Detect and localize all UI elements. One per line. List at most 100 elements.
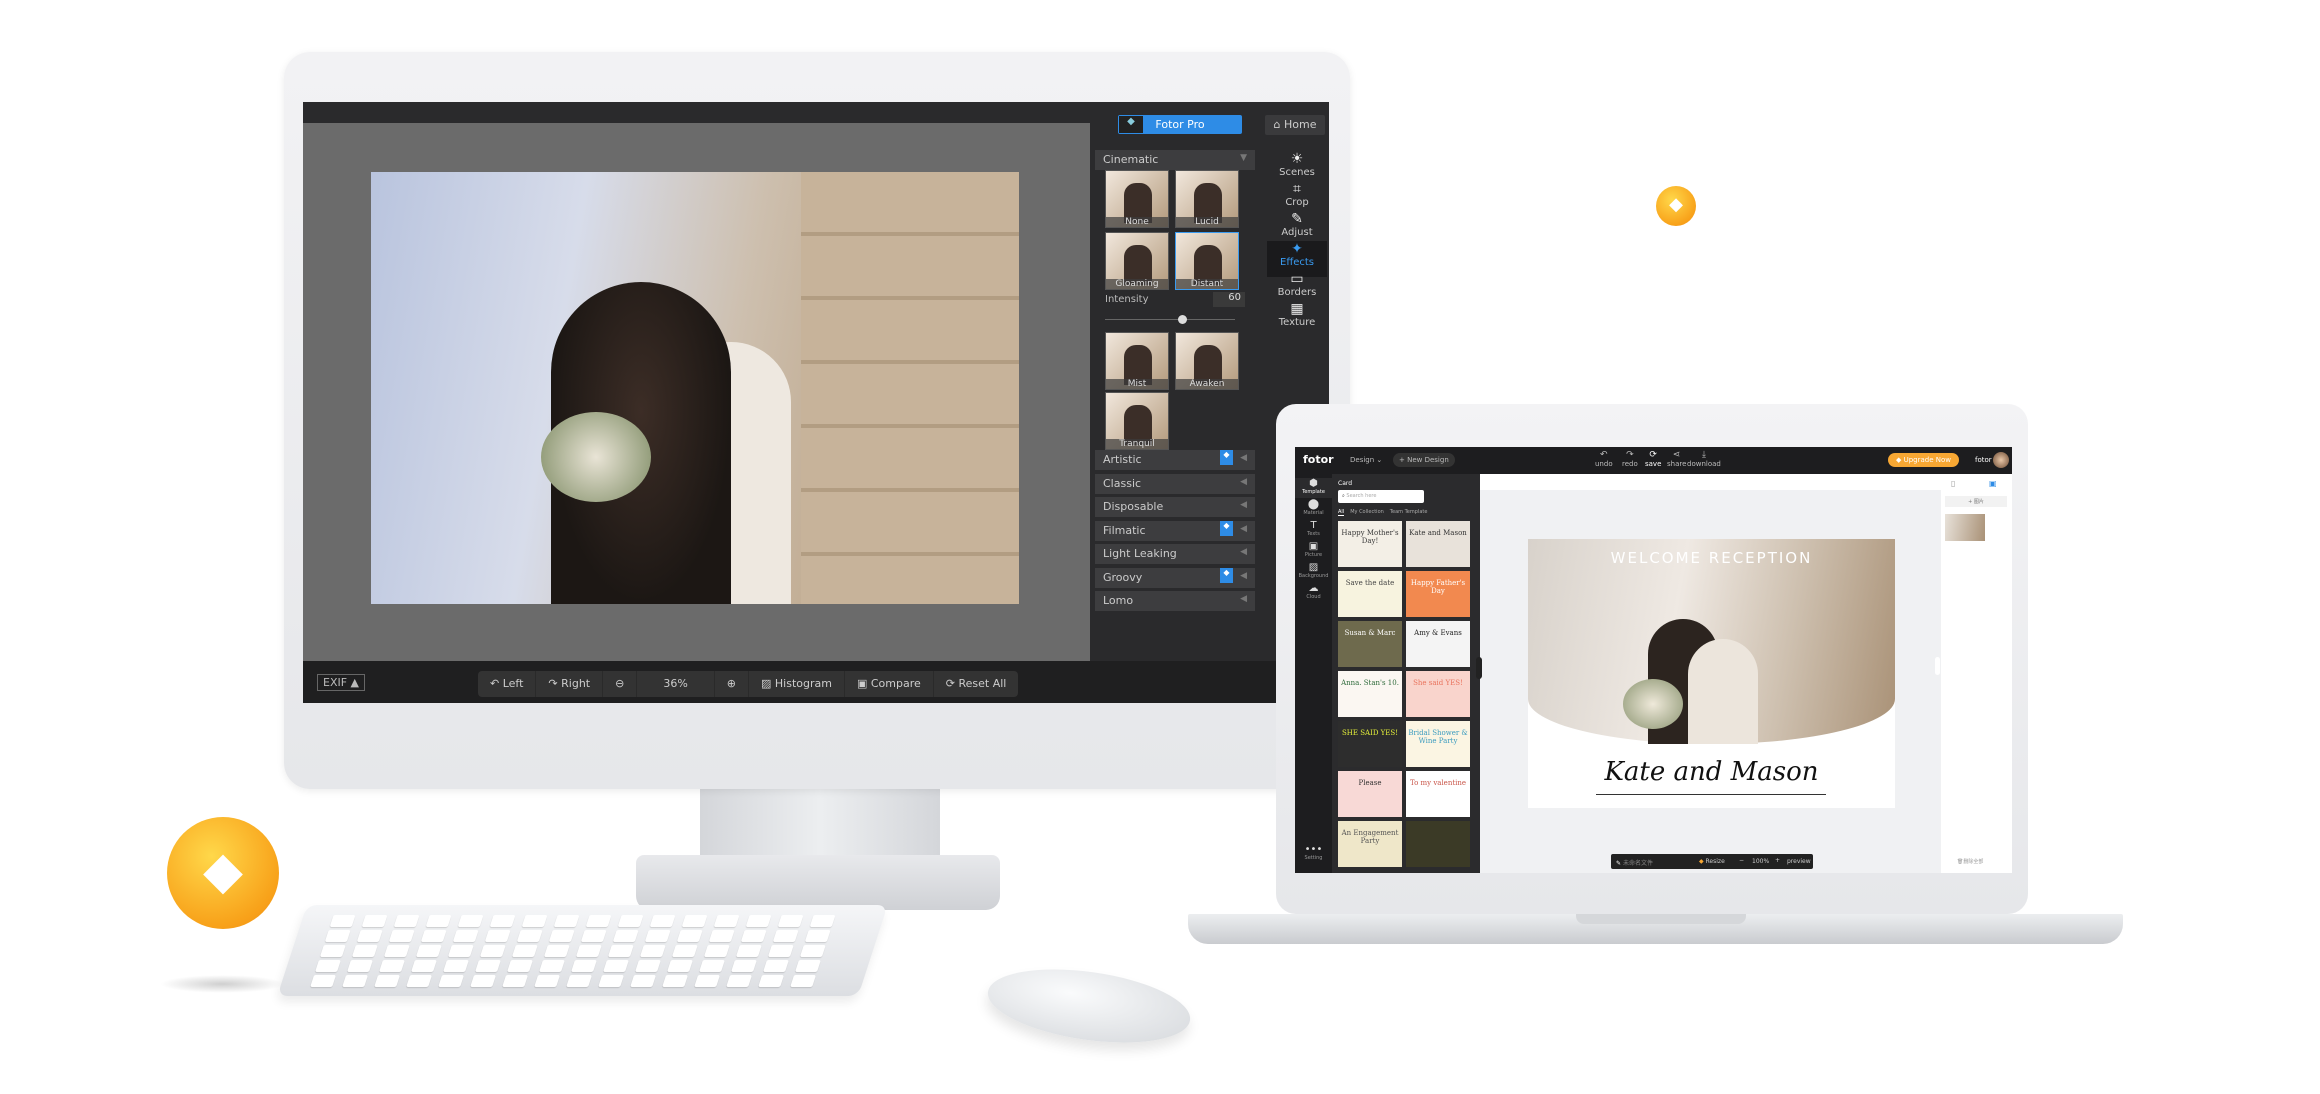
template-tabs: All My Collection Team Template	[1338, 509, 1427, 516]
keyboard-key	[575, 945, 602, 957]
template-thumb[interactable]: Amy & Evans	[1406, 621, 1470, 667]
effect-thumb-tranquil[interactable]: Tranquil	[1105, 392, 1169, 450]
template-thumb[interactable]: Happy Father's Day	[1406, 571, 1470, 617]
effect-thumb-mist[interactable]: Mist	[1105, 332, 1169, 390]
tab-team-template[interactable]: Team Template	[1390, 509, 1428, 516]
template-thumb[interactable]	[1406, 821, 1470, 867]
zoom-out-button[interactable]: ⊖	[603, 671, 638, 697]
zoom-in-button[interactable]: ⊕	[715, 671, 749, 697]
design-card[interactable]: WELCOME RECEPTION Kate and Mason	[1528, 539, 1895, 808]
keyboard-key	[438, 975, 465, 987]
effect-thumb-lucid[interactable]: Lucid	[1175, 170, 1239, 228]
rotate-right-button[interactable]: ↷ Right	[536, 671, 604, 697]
keyboard-key	[329, 915, 356, 927]
image-icon[interactable]: ▣	[1989, 479, 1997, 488]
keyboard-key	[393, 915, 420, 927]
template-thumb[interactable]: To my valentine	[1406, 771, 1470, 817]
picture-thumbnail[interactable]	[1945, 514, 1985, 541]
tab-all[interactable]: All	[1338, 509, 1345, 516]
keyboard-key	[644, 930, 671, 942]
keyboard-key	[356, 930, 383, 942]
keyboard-key	[676, 930, 703, 942]
template-thumb[interactable]: An Engagement Party	[1338, 821, 1402, 867]
category-artistic[interactable]: Artistic ◆ ◀	[1095, 450, 1255, 470]
category-filmatic[interactable]: Filmatic ◆ ◀	[1095, 520, 1255, 541]
share-button[interactable]: ⋖ share	[1667, 450, 1686, 468]
expand-panel-handle[interactable]	[1935, 657, 1940, 675]
intensity-slider[interactable]	[1105, 315, 1235, 324]
category-light-leaking[interactable]: Light Leaking ◀	[1095, 544, 1255, 564]
histogram-button[interactable]: ▨ Histogram	[749, 671, 845, 697]
zoom-out-icon: ⊖	[615, 677, 625, 690]
effect-thumb-none[interactable]: None	[1105, 170, 1169, 228]
resize-button[interactable]: ◆ Resize	[1699, 858, 1725, 865]
category-classic[interactable]: Classic ◀	[1095, 473, 1255, 494]
effect-thumb-awaken[interactable]: Awaken	[1175, 332, 1239, 390]
zoom-out-button[interactable]: −	[1739, 857, 1744, 864]
template-thumb[interactable]: Anna. Stan's 10.	[1338, 671, 1402, 717]
undo-button[interactable]: ↶ undo	[1595, 450, 1613, 468]
keyboard-key	[795, 960, 821, 972]
redo-button[interactable]: ↷ redo	[1622, 450, 1638, 468]
keyboard-key	[772, 930, 799, 942]
effect-thumb-gloaming[interactable]: Gloaming	[1105, 232, 1169, 290]
keyboard-key	[649, 915, 676, 927]
delete-all-button[interactable]: 🗑删除全部	[1957, 858, 1983, 865]
intensity-value[interactable]: 60	[1213, 292, 1245, 307]
upgrade-now-button[interactable]: ◆ Upgrade Now	[1888, 453, 1960, 467]
download-button[interactable]: ⤓ download	[1687, 450, 1721, 468]
template-thumb[interactable]: Kate and Mason	[1406, 521, 1470, 567]
effect-thumb-distant[interactable]: Distant	[1175, 232, 1239, 290]
sun-icon: ☀	[1290, 151, 1304, 167]
tool-texture[interactable]: ▦ Texture	[1267, 301, 1327, 337]
compare-button[interactable]: ▣ Compare	[845, 671, 934, 697]
fotor-pro-button[interactable]: ◆ Fotor Pro	[1118, 115, 1242, 134]
category-lomo[interactable]: Lomo ◀	[1095, 591, 1255, 611]
category-cinematic[interactable]: Cinematic ▼	[1095, 150, 1255, 170]
sparkle-icon: ✦	[1291, 241, 1303, 257]
template-thumb[interactable]: Please	[1338, 771, 1402, 817]
sidebar-item-template[interactable]: ⬢ Template	[1295, 478, 1332, 498]
keyboard-key	[543, 945, 570, 957]
keyboard-key	[452, 930, 479, 942]
sidebar-item-setting[interactable]: ••• Setting	[1295, 844, 1332, 861]
collapse-panel-handle[interactable]	[1476, 657, 1482, 679]
sidebar-item-texts[interactable]: T Texts	[1295, 520, 1332, 537]
category-groovy[interactable]: Groovy ◆ ◀	[1095, 567, 1255, 588]
slider-knob[interactable]	[1178, 315, 1187, 324]
reset-all-button[interactable]: ⟳ Reset All	[934, 671, 1019, 697]
template-thumb[interactable]: SHE SAID YES!	[1338, 721, 1402, 767]
sidebar-item-background[interactable]: ▨ Background	[1295, 562, 1332, 579]
template-thumb[interactable]: Susan & Marc	[1338, 621, 1402, 667]
exif-button[interactable]: EXIF ▲	[317, 674, 366, 691]
filename-field[interactable]: ✎ 未命名文件	[1616, 858, 1653, 867]
rotate-left-button[interactable]: ↶ Left	[478, 671, 537, 697]
search-input[interactable]: ⌕ Search here	[1338, 490, 1424, 503]
keyboard-key	[639, 945, 666, 957]
sidebar-item-material[interactable]: ⬤ Material	[1295, 499, 1332, 516]
pages-icon[interactable]: ▯	[1951, 479, 1955, 488]
template-thumb[interactable]: Save the date	[1338, 571, 1402, 617]
avatar[interactable]	[1993, 452, 2009, 468]
template-thumb[interactable]: Bridal Shower & Wine Party	[1406, 721, 1470, 767]
template-thumb[interactable]: She said YES!	[1406, 671, 1470, 717]
sidebar-item-cloud[interactable]: ☁ Cloud	[1295, 583, 1332, 600]
keyboard-key	[671, 945, 698, 957]
new-design-button[interactable]: + New Design	[1393, 453, 1455, 467]
zoom-in-button[interactable]: +	[1775, 857, 1780, 864]
template-thumb[interactable]: Happy Mother's Day!	[1338, 521, 1402, 567]
tab-my-collection[interactable]: My Collection	[1350, 509, 1384, 516]
pencil-icon: ✎	[1291, 211, 1303, 227]
add-picture-button[interactable]: + 图片	[1945, 496, 2007, 507]
chevron-left-icon: ◀	[1240, 476, 1247, 487]
user-name: fotor	[1975, 456, 1992, 464]
chevron-left-icon: ◀	[1240, 523, 1247, 534]
category-disposable[interactable]: Disposable ◀	[1095, 497, 1255, 517]
effect-label: Lucid	[1176, 217, 1238, 227]
save-button[interactable]: ⟳ save	[1645, 450, 1661, 468]
keyboard-key	[475, 960, 501, 972]
keyboard-key	[758, 975, 785, 987]
preview-button[interactable]: preview	[1787, 858, 1811, 865]
design-menu[interactable]: Design ⌄	[1350, 456, 1382, 464]
sidebar-item-picture[interactable]: ▣ Picture	[1295, 541, 1332, 558]
